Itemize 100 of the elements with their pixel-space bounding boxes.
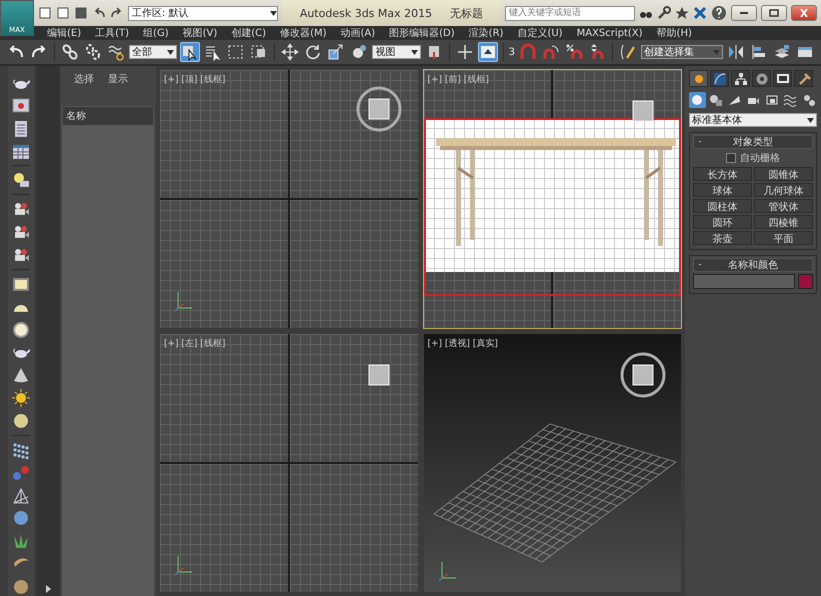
viewport-label[interactable]: [+] [透视] [真实]	[428, 337, 498, 350]
wrench-icon[interactable]	[657, 6, 672, 20]
cube-icon	[368, 364, 390, 386]
disc-icon	[754, 72, 768, 86]
gears-icon	[802, 93, 816, 107]
curve-icon	[712, 72, 726, 86]
viewport-label[interactable]: [+] [顶] [线框]	[164, 73, 226, 86]
primitive-button[interactable]: 圆锥体	[754, 167, 813, 181]
angle-magnet-icon	[542, 43, 560, 61]
expand-arrow-icon[interactable]	[43, 584, 53, 594]
color-swatch[interactable]	[798, 274, 813, 289]
tool-button[interactable]	[60, 42, 80, 62]
redo-icon[interactable]	[110, 6, 124, 20]
panel-tab[interactable]	[710, 70, 729, 87]
spreadsheet-icon[interactable]	[12, 142, 30, 160]
dropdown[interactable]: 全部	[128, 45, 178, 59]
tool-button[interactable]	[180, 42, 200, 62]
circle-icon[interactable]	[12, 320, 30, 338]
spotlight-icon	[727, 93, 742, 107]
panel-tab[interactable]	[731, 70, 750, 87]
pyramid-icon[interactable]	[12, 486, 30, 504]
menu-item[interactable]: 编辑(E)	[40, 26, 88, 40]
scale-icon	[327, 43, 346, 61]
viewport[interactable]: [+] [顶] [线框]	[159, 69, 418, 329]
view-cube-icon	[620, 352, 666, 398]
close-button[interactable]	[790, 5, 817, 21]
menu-item[interactable]: 动画(A)	[334, 26, 382, 40]
viewport[interactable]: [+] [前] [线框]	[422, 69, 682, 329]
dropdown[interactable]: 创建选择集	[640, 45, 724, 59]
menu-item[interactable]: 组(G)	[136, 26, 176, 40]
panel-tab[interactable]	[773, 70, 792, 87]
render-window-icon[interactable]	[12, 96, 30, 115]
menu-item[interactable]: MAXScript(X)	[570, 28, 650, 38]
help-icon[interactable]	[711, 5, 727, 21]
primitive-button[interactable]: 圆柱体	[693, 199, 752, 213]
keyboard-toggle-icon	[478, 43, 497, 61]
panel-tab[interactable]	[794, 70, 813, 87]
primitive-button[interactable]: 圆环	[693, 215, 752, 229]
primitive-button[interactable]: 长方体	[693, 167, 752, 181]
panel-tab[interactable]	[752, 70, 771, 87]
menu-item[interactable]: 帮助(H)	[650, 26, 699, 40]
light-bulb-icon[interactable]	[12, 171, 30, 190]
viewport[interactable]: [+] [左] [线框]	[159, 333, 418, 593]
primitive-button[interactable]: 球体	[693, 183, 752, 197]
crosshair-icon	[456, 43, 474, 61]
sphere-icon[interactable]	[12, 412, 30, 430]
menu-item[interactable]: 自定义(U)	[510, 26, 570, 40]
sun-icon[interactable]	[12, 389, 30, 408]
wave-icon	[106, 43, 125, 61]
explorer-tab[interactable]: 选择	[74, 72, 94, 86]
menu-item[interactable]: 图形编辑器(D)	[382, 26, 462, 40]
tool-button[interactable]	[564, 42, 584, 62]
panel-tab[interactable]	[689, 70, 708, 87]
menu-item[interactable]: 修改器(M)	[273, 26, 334, 40]
category-button[interactable]	[782, 92, 798, 108]
folder-icon[interactable]	[56, 6, 70, 20]
category-button[interactable]	[689, 92, 706, 108]
menu-item[interactable]: 视图(V)	[176, 26, 224, 40]
primitive-button[interactable]: 几何球体	[754, 183, 813, 197]
rollout-header[interactable]: - 对象类型	[693, 135, 813, 149]
rollout-header[interactable]: - 名称和颜色	[693, 258, 813, 272]
primitive-button[interactable]: 茶壶	[693, 231, 752, 245]
snap-dimension-label: 3	[508, 46, 515, 58]
document-title: 无标题	[450, 6, 484, 20]
axis-icon	[174, 290, 194, 312]
save-icon[interactable]	[74, 6, 88, 20]
minimize-icon	[740, 12, 748, 14]
autogrid-checkbox[interactable]: 自动栅格	[693, 151, 813, 165]
cone-icon[interactable]	[12, 366, 30, 384]
viewport-label[interactable]: [+] [左] [线框]	[164, 337, 226, 350]
primitive-button[interactable]: 管状体	[754, 199, 813, 213]
workspace-dropdown[interactable]: 工作区: 默认	[128, 6, 278, 20]
star-icon[interactable]	[675, 6, 690, 20]
dots-icon[interactable]	[12, 440, 30, 459]
primitive-button[interactable]: 四棱锥	[754, 215, 813, 229]
viewport[interactable]: [+] [透视] [真实]	[422, 333, 682, 593]
caret-icon	[713, 50, 720, 54]
x-logo-icon[interactable]	[693, 6, 707, 20]
file-icon[interactable]	[38, 6, 52, 20]
sheet-icon[interactable]	[12, 120, 30, 138]
maximize-button[interactable]	[760, 5, 787, 21]
explorer-tab[interactable]: 显示	[108, 72, 128, 86]
tool-button[interactable]	[478, 42, 498, 62]
camera-icon[interactable]	[12, 246, 30, 264]
minimize-button[interactable]	[730, 5, 757, 21]
viewport-label[interactable]: [+] [前] [线框]	[428, 73, 489, 86]
primitive-dropdown[interactable]: 标准基本体	[689, 113, 817, 127]
menu-item[interactable]: 创建(C)	[224, 26, 274, 40]
caret-icon	[167, 50, 174, 54]
category-button[interactable]	[708, 92, 724, 108]
shapes-icon	[708, 93, 723, 107]
menu-item[interactable]: 渲染(R)	[462, 26, 510, 40]
search-field[interactable]: 键入关键字或短语	[505, 6, 636, 20]
move-icon	[281, 43, 300, 61]
sphere-icon	[690, 93, 704, 107]
tool-button[interactable]	[280, 42, 300, 62]
dropdown[interactable]: 视图	[372, 45, 421, 59]
primitive-button[interactable]: 平面	[754, 231, 813, 245]
name-field[interactable]	[693, 274, 795, 289]
menu-item[interactable]: 工具(T)	[88, 26, 136, 40]
